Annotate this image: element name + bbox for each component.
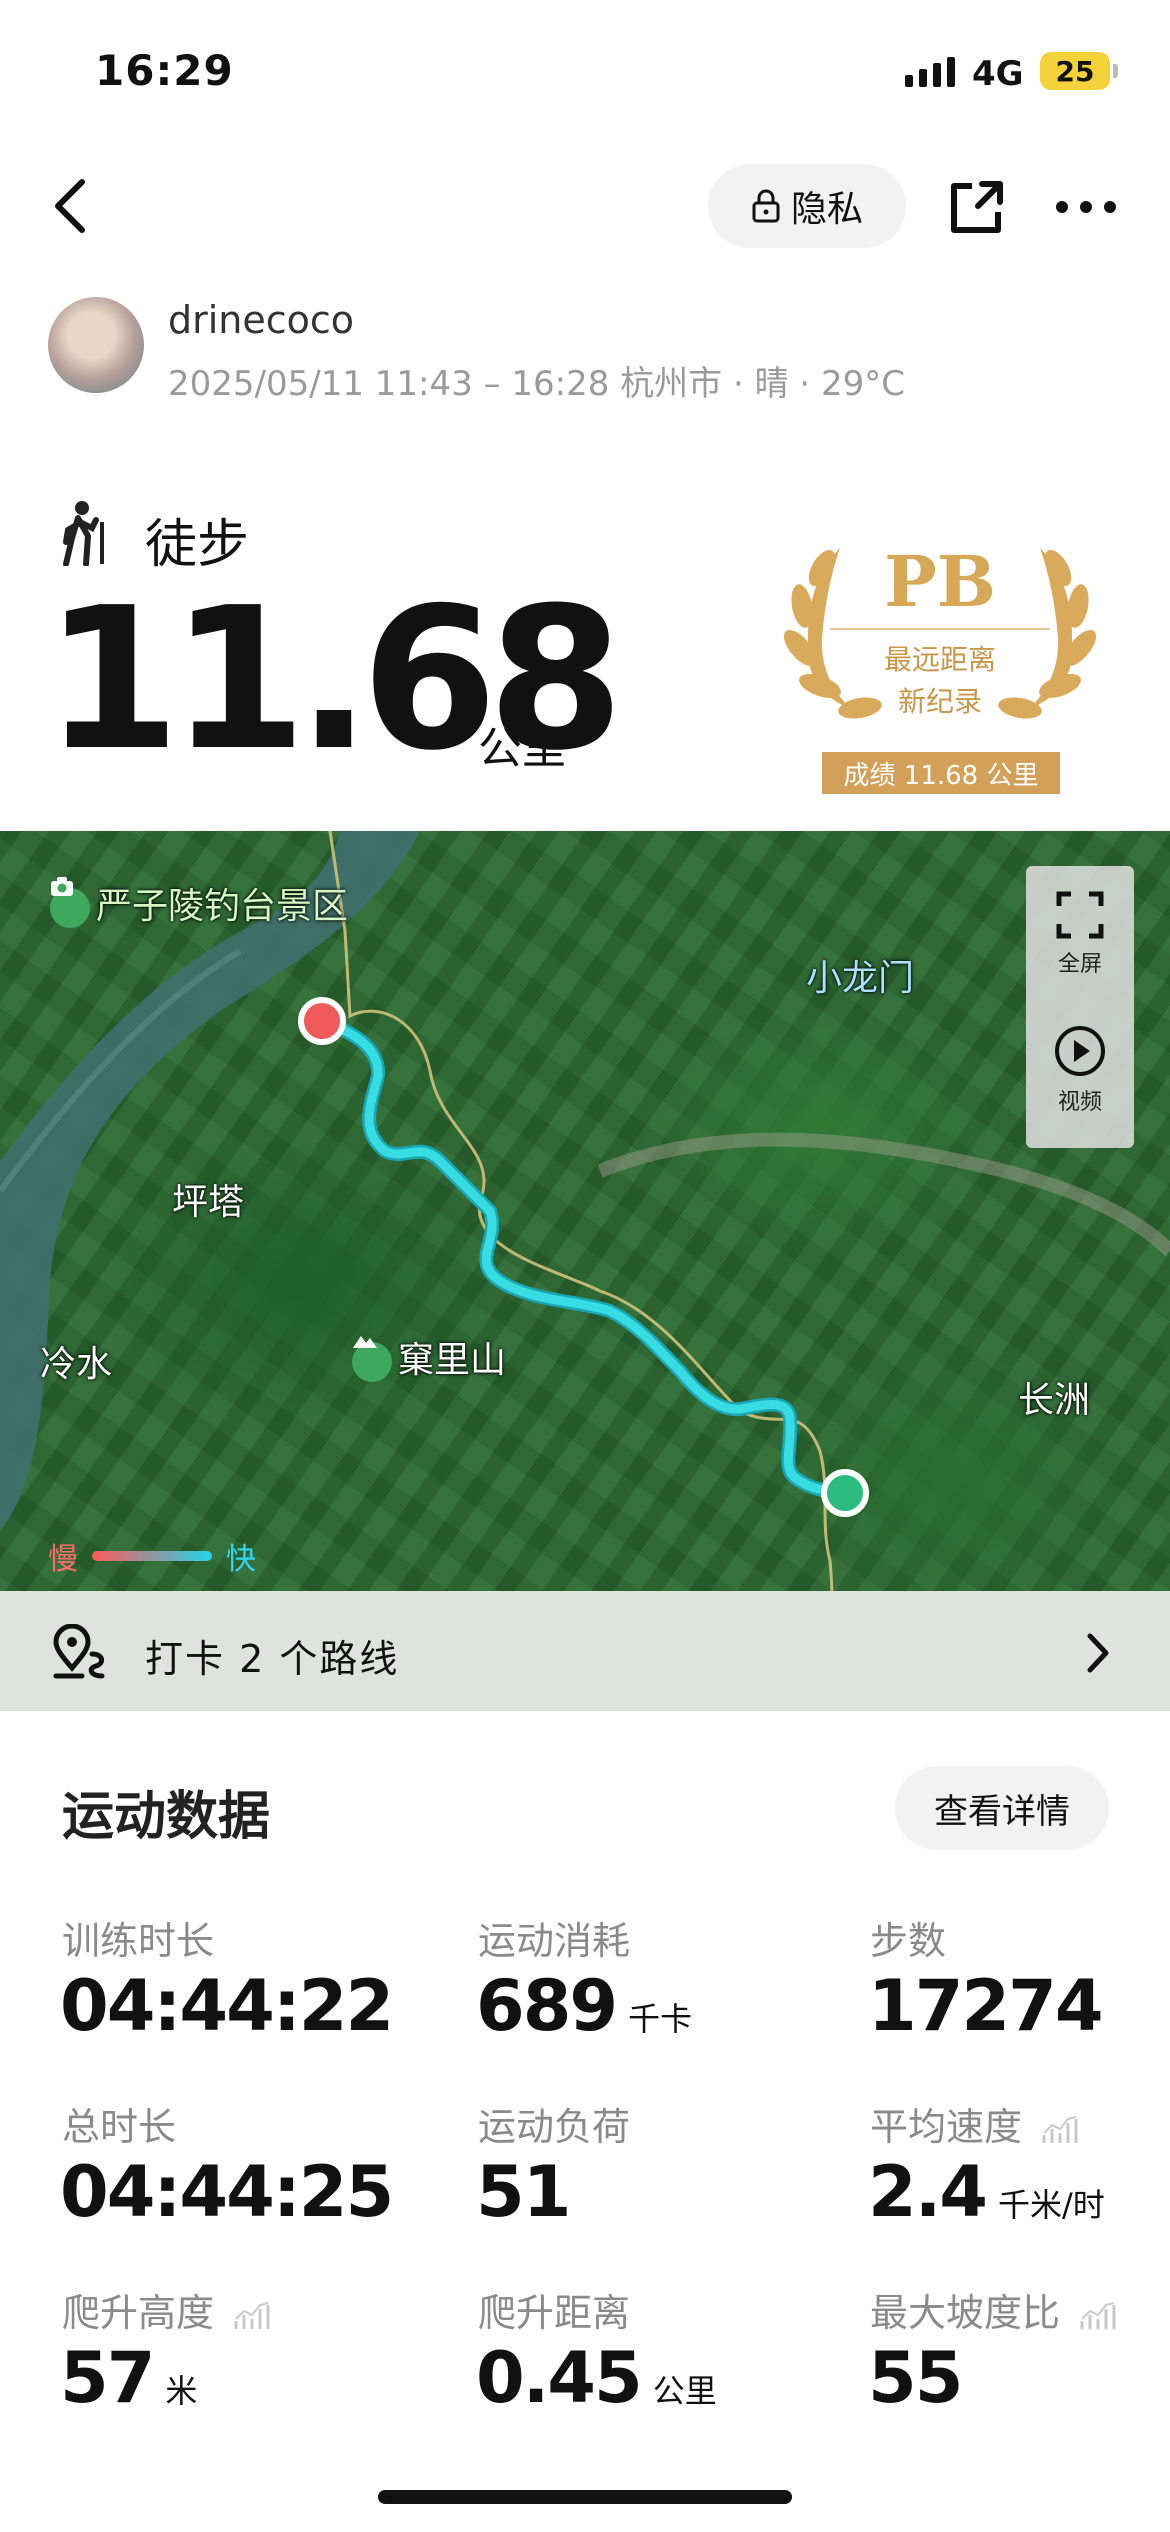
stat-value-avg-speed: 2.4 千米/时 (868, 2151, 1105, 2233)
cellular-signal-icon (905, 57, 955, 87)
battery-level: 25 (1055, 54, 1095, 88)
stat-value-elevation-gain: 57 米 (60, 2337, 198, 2419)
fullscreen-label: 全屏 (1057, 952, 1102, 977)
back-arrow-icon[interactable] (48, 176, 98, 236)
mountain-icon (352, 1336, 392, 1382)
map-label-mountain-text: 窠里山 (398, 1340, 507, 1381)
route-start-marker (821, 1469, 869, 1517)
map-label-lengshui: 冷水 (40, 1344, 113, 1385)
distance-unit: 公里 (478, 723, 566, 774)
stat-value-climb-distance: 0.45 公里 (476, 2337, 717, 2419)
privacy-button[interactable]: 隐私 (708, 164, 906, 248)
map-label-xiaolongmen: 小龙门 (806, 958, 915, 999)
view-details-button[interactable]: 查看详情 (895, 1766, 1109, 1850)
status-time: 16:29 (95, 46, 234, 95)
pb-line2: 新纪录 (897, 685, 982, 718)
stat-label-avg-speed[interactable]: 平均速度 (870, 2096, 1078, 2151)
chart-icon (1042, 2115, 1078, 2143)
stat-label-total-time: 总时长 (62, 2105, 177, 2149)
pb-line1: 最远距离 (883, 643, 996, 676)
chart-icon (234, 2301, 270, 2329)
activity-meta: 2025/05/11 11:43 – 16:28 杭州市 · 晴 · 29°C (168, 364, 906, 404)
stat-value-calories: 689 千卡 (476, 1965, 693, 2047)
stat-label-steps: 步数 (870, 1919, 947, 1963)
stat-unit-avg-speed: 千米/时 (998, 2186, 1105, 2224)
network-type: 4G (972, 54, 1024, 94)
stat-unit-elevation-gain: 米 (165, 2372, 198, 2410)
stat-value-training-time: 04:44:22 (60, 1965, 394, 2047)
hiking-icon (63, 501, 104, 566)
stat-label-calories: 运动消耗 (478, 1919, 631, 1963)
stat-unit-climb-distance: 公里 (652, 2372, 717, 2410)
route-checkin-text: 打卡 2 个路线 (145, 1637, 400, 1681)
home-indicator[interactable] (378, 2490, 792, 2504)
stat-label-elevation-gain[interactable]: 爬升高度 (62, 2282, 270, 2337)
route-pin-icon (53, 1624, 105, 1679)
map-label-scenic-text: 严子陵钓台景区 (96, 886, 349, 927)
video-button[interactable]: 视频 (1026, 1024, 1134, 1116)
pb-title: PB (884, 540, 996, 623)
battery-nub (1113, 64, 1118, 78)
pb-score: 成绩 11.68 公里 (822, 752, 1060, 794)
speed-gradient-bar (92, 1551, 212, 1561)
fullscreen-icon (1056, 891, 1104, 939)
section-title: 运动数据 (62, 1787, 271, 1847)
route-end-marker (298, 997, 346, 1045)
stat-value-steps: 17274 (868, 1965, 1104, 2047)
route-map[interactable]: 严子陵钓台景区 小龙门 坪塔 冷水 窠里山 长洲 (0, 831, 1170, 1711)
stat-value-training-load: 51 (476, 2151, 571, 2233)
map-label-changzhou: 长洲 (1018, 1380, 1091, 1421)
map-controls: 全屏 视频 (1026, 866, 1134, 1148)
speed-slow-label: 慢 (48, 1542, 78, 1577)
lock-icon (752, 189, 780, 223)
stat-label-climb-distance: 爬升距离 (478, 2291, 631, 2335)
avatar[interactable] (48, 297, 144, 393)
play-icon (1055, 1026, 1105, 1076)
user-name[interactable]: drinecoco (168, 298, 354, 342)
map-terrain (0, 831, 1170, 1711)
chevron-right-icon[interactable] (1084, 1632, 1112, 1674)
stat-label-training-time: 训练时长 (62, 1919, 215, 1963)
video-label: 视频 (1057, 1090, 1102, 1115)
stat-value-max-grade: 55 (868, 2337, 963, 2419)
privacy-label: 隐私 (790, 189, 863, 230)
stat-label-training-load: 运动负荷 (478, 2105, 631, 2149)
stat-value-total-time: 04:44:25 (60, 2151, 394, 2233)
speed-legend: 慢 快 (48, 1534, 256, 1578)
camera-icon (50, 877, 90, 928)
chart-icon (1080, 2301, 1116, 2329)
map-label-scenic[interactable]: 严子陵钓台景区 (50, 877, 348, 929)
map-label-pingta: 坪塔 (172, 1182, 245, 1223)
stat-label-max-grade[interactable]: 最大坡度比 (870, 2282, 1116, 2337)
stat-unit-calories: 千卡 (628, 2000, 693, 2038)
speed-fast-label: 快 (226, 1542, 256, 1577)
battery-icon: 25 (1040, 52, 1110, 90)
fullscreen-button[interactable]: 全屏 (1026, 890, 1134, 978)
share-icon[interactable] (948, 178, 1006, 236)
pb-divider (830, 628, 1050, 630)
more-options-icon[interactable] (1055, 200, 1117, 214)
map-label-mountain[interactable]: 窠里山 (352, 1331, 506, 1383)
